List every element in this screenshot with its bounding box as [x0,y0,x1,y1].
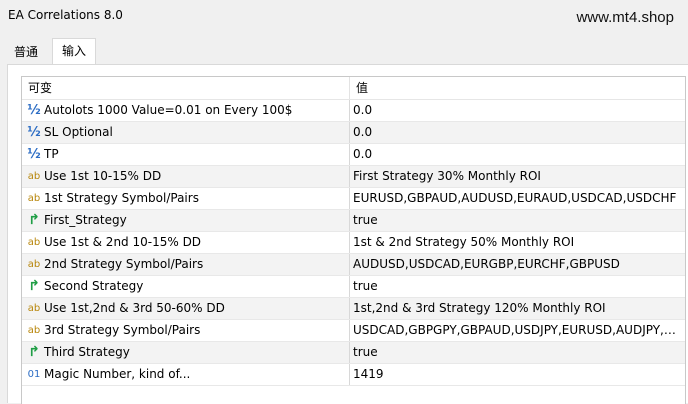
table-row[interactable]: ab Use 1st 10-15% DD First Strategy 30% Mo… [22,166,685,188]
parameter-name-cell[interactable]: ab 3rd Strategy Symbol/Pairs [22,320,348,341]
window-title: EA Correlations 8.0 [8,8,123,22]
parameter-value[interactable]: USDCAD,GBPGPY,GBPAUD,USDJPY,EURUSD,AUDJP… [353,320,681,341]
column-divider [349,298,350,319]
table-header: 可变 值 [22,77,685,100]
parameter-value[interactable]: true [353,276,681,297]
column-divider [349,144,350,165]
table-row[interactable]: ↱ Second Strategy true [22,276,685,298]
column-divider [349,320,350,341]
parameter-name: SL Optional [44,125,113,139]
table-row[interactable]: ½ Autolots 1000 Value=0.01 on Every 100$ 0… [22,100,685,122]
column-divider [349,342,350,363]
string-icon: ab [27,259,41,270]
header-variable[interactable]: 可变 [28,77,52,99]
parameter-name-cell[interactable]: ↱ First_Strategy [22,210,348,231]
table-row[interactable]: ½ SL Optional 0.0 [22,122,685,144]
parameter-name: Use 1st,2nd & 3rd 50-60% DD [44,301,225,315]
parameter-value[interactable]: 0.0 [353,122,681,143]
double-icon: ½ [27,125,41,140]
column-divider [349,188,350,209]
bool-icon: ↱ [28,344,40,360]
column-divider [349,122,350,143]
parameter-name-cell[interactable]: ↱ Third Strategy [22,342,348,363]
parameter-value[interactable]: 1st,2nd & 3rd Strategy 120% Monthly ROI [353,298,681,319]
table-row[interactable]: ab 2nd Strategy Symbol/Pairs AUDUSD,USDCAD… [22,254,685,276]
table-row[interactable]: ½ TP 0.0 [22,144,685,166]
parameter-name-cell[interactable]: 01 Magic Number, kind of... [22,364,348,385]
string-icon: ab [27,237,41,248]
column-divider [349,166,350,187]
table-row[interactable]: 01 Magic Number, kind of... 1419 [22,364,685,386]
table-row[interactable]: ab 1st Strategy Symbol/Pairs EURUSD,GBPAUD… [22,188,685,210]
parameter-name-cell[interactable]: ab Use 1st & 2nd 10-15% DD [22,232,348,253]
header-divider[interactable] [349,77,350,99]
parameter-value[interactable]: AUDUSD,USDCAD,EURGBP,EURCHF,GBPUSD [353,254,681,275]
column-divider [349,100,350,121]
column-divider [349,210,350,231]
table-row[interactable]: ↱ Third Strategy true [22,342,685,364]
parameter-name: Second Strategy [44,279,144,293]
double-icon: ½ [27,147,41,162]
string-icon: ab [27,303,41,314]
bool-icon: ↱ [28,212,40,228]
table-body: ½ Autolots 1000 Value=0.01 on Every 100$ 0… [22,100,685,386]
string-icon: ab [27,325,41,336]
integer-icon: 01 [27,369,41,380]
parameter-name: Use 1st & 2nd 10-15% DD [44,235,202,249]
parameter-name: Use 1st 10-15% DD [44,169,162,183]
header-value[interactable]: 值 [356,77,368,99]
tab-common[interactable]: 普通 [6,42,46,63]
table-row[interactable]: ab Use 1st,2nd & 3rd 50-60% DD 1st,2nd & 3… [22,298,685,320]
parameters-table: 可变 值 ½ Autolots 1000 Value=0.01 on Every … [21,76,686,404]
tab-inputs[interactable]: 输入 [52,38,97,65]
tab-bar: 普通 输入 [0,38,688,65]
parameter-name-cell[interactable]: ↱ Second Strategy [22,276,348,297]
parameter-name-cell[interactable]: ab Use 1st 10-15% DD [22,166,348,187]
column-divider [349,364,350,385]
title-bar: EA Correlations 8.0 www.mt4.shop [0,0,688,34]
parameter-value[interactable]: EURUSD,GBPAUD,AUDUSD,EURAUD,USDCAD,USDCH… [353,188,681,209]
table-row[interactable]: ↱ First_Strategy true [22,210,685,232]
parameter-name: 3rd Strategy Symbol/Pairs [44,323,201,337]
parameter-name: 2nd Strategy Symbol/Pairs [44,257,204,271]
parameter-value[interactable]: 1st & 2nd Strategy 50% Monthly ROI [353,232,681,253]
string-icon: ab [27,193,41,204]
parameter-name-cell[interactable]: ab Use 1st,2nd & 3rd 50-60% DD [22,298,348,319]
parameter-value[interactable]: 0.0 [353,100,681,121]
parameter-value[interactable]: true [353,342,681,363]
column-divider [349,232,350,253]
table-row[interactable]: ab 3rd Strategy Symbol/Pairs USDCAD,GBPGPY… [22,320,685,342]
parameter-value[interactable]: First Strategy 30% Monthly ROI [353,166,681,187]
parameter-name-cell[interactable]: ½ TP [22,144,348,165]
double-icon: ½ [27,103,41,118]
table-row[interactable]: ab Use 1st & 2nd 10-15% DD 1st & 2nd Strat… [22,232,685,254]
parameter-value[interactable]: 0.0 [353,144,681,165]
parameter-name: First_Strategy [44,213,127,227]
string-icon: ab [27,171,41,182]
parameter-name: 1st Strategy Symbol/Pairs [44,191,199,205]
parameter-name-cell[interactable]: ab 1st Strategy Symbol/Pairs [22,188,348,209]
parameter-value[interactable]: true [353,210,681,231]
parameter-name: Autolots 1000 Value=0.01 on Every 100$ [44,103,293,117]
column-divider [349,254,350,275]
parameter-name-cell[interactable]: ½ SL Optional [22,122,348,143]
parameter-name-cell[interactable]: ½ Autolots 1000 Value=0.01 on Every 100$ [22,100,348,121]
inputs-panel: 可变 值 ½ Autolots 1000 Value=0.01 on Every … [7,64,688,404]
bool-icon: ↱ [28,278,40,294]
parameter-name: TP [44,147,59,161]
parameter-name-cell[interactable]: ab 2nd Strategy Symbol/Pairs [22,254,348,275]
parameter-name: Magic Number, kind of... [44,367,191,381]
parameter-value[interactable]: 1419 [353,364,681,385]
watermark: www.mt4.shop [576,9,674,26]
column-divider [349,276,350,297]
parameter-name: Third Strategy [44,345,130,359]
